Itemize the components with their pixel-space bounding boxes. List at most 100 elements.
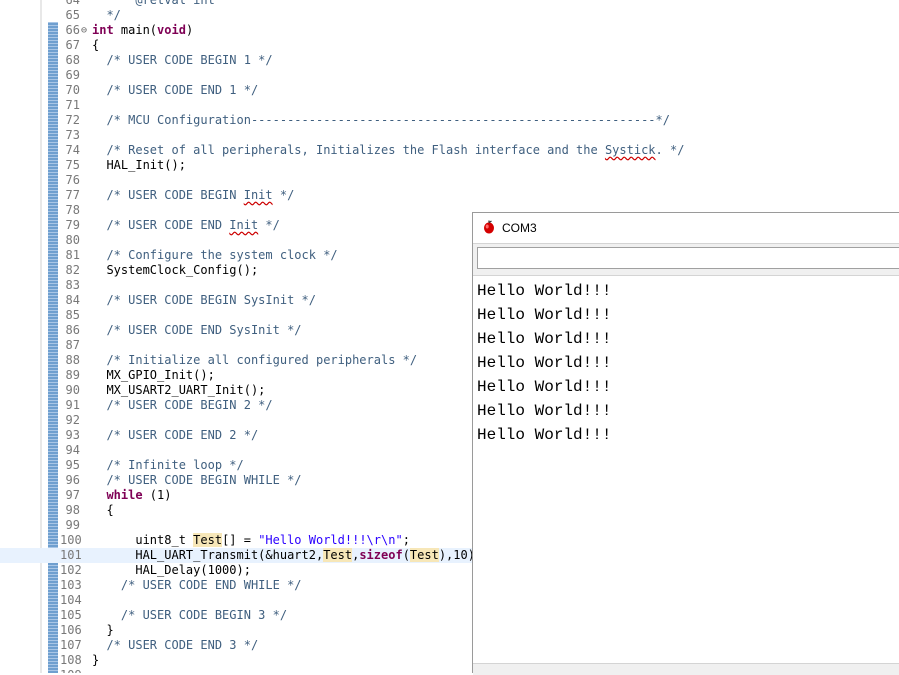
- code-text: {: [92, 503, 114, 518]
- code-token: Test: [409, 548, 439, 562]
- line-number: 99: [65, 518, 80, 532]
- code-token: @retval int: [135, 0, 215, 7]
- line-number: 84: [65, 293, 80, 307]
- code-token: /* MCU Configuration--------------------…: [92, 113, 670, 127]
- code-text: /* USER CODE END SysInit */: [92, 323, 302, 338]
- line-number: 68: [65, 53, 80, 67]
- code-token: /* USER CODE END SysInit */: [92, 323, 302, 337]
- code-token: Init: [243, 188, 273, 202]
- code-token: /* Initialize all configured peripherals…: [92, 353, 418, 367]
- code-token: Test: [193, 533, 223, 547]
- code-token: sizeof: [359, 548, 403, 562]
- code-token: (: [402, 548, 410, 562]
- line-number: 75: [65, 158, 80, 172]
- line-number: 103: [60, 578, 82, 592]
- output-line: Hello World!!!: [477, 306, 612, 324]
- code-text: /* USER CODE BEGIN 2 */: [92, 398, 273, 413]
- code-text: /* USER CODE END WHILE */: [92, 578, 302, 593]
- line-number: 86: [65, 323, 80, 337]
- code-token: /* USER CODE END 3 */: [92, 638, 259, 652]
- code-token: Init: [229, 218, 259, 232]
- line-number: 64: [65, 0, 80, 7]
- code-token: ): [185, 23, 194, 37]
- line-number: 81: [65, 248, 80, 262]
- line-number: 65: [65, 8, 80, 22]
- code-line[interactable]: 68 /* USER CODE BEGIN 1 */: [0, 53, 899, 68]
- code-text: /* Reset of all peripherals, Initializes…: [92, 143, 684, 158]
- line-number: 72: [65, 113, 80, 127]
- code-token: /* USER CODE END WHILE */: [92, 578, 302, 592]
- code-token: /* USER CODE BEGIN 2 */: [92, 398, 273, 412]
- line-number: 90: [65, 383, 80, 397]
- code-line[interactable]: 65 */: [0, 8, 899, 23]
- line-number: 104: [60, 593, 82, 607]
- line-number: 100: [60, 533, 82, 547]
- line-number: 70: [65, 83, 80, 97]
- code-text: /* USER CODE BEGIN SysInit */: [92, 293, 316, 308]
- code-text: }: [92, 623, 113, 638]
- line-number: 94: [65, 443, 80, 457]
- terminal-output: Hello World!!! Hello World!!! Hello World!…: [473, 276, 899, 664]
- line-number: 97: [65, 488, 80, 502]
- code-line[interactable]: 76: [0, 173, 899, 188]
- code-token: {: [92, 503, 114, 517]
- line-number: 80: [65, 233, 80, 247]
- code-token: MX_USART2_UART_Init();: [92, 383, 266, 397]
- code-token: SystemClock_Config();: [92, 263, 259, 277]
- line-number: 102: [60, 563, 82, 577]
- code-text: HAL_Delay(1000);: [92, 563, 251, 578]
- code-text: /* MCU Configuration--------------------…: [92, 113, 670, 128]
- code-text: SystemClock_Config();: [92, 263, 258, 278]
- code-line[interactable]: 64 @retval int: [0, 0, 899, 8]
- code-token: ;: [402, 533, 410, 547]
- code-token: /* USER CODE BEGIN: [92, 188, 244, 202]
- terminal-title: COM3: [502, 221, 537, 235]
- line-number: 107: [60, 638, 82, 652]
- code-text: HAL_Init();: [92, 158, 185, 173]
- code-token: */: [258, 218, 280, 232]
- line-number: 76: [65, 173, 80, 187]
- code-text: /* USER CODE END Init */: [92, 218, 280, 233]
- code-token: Systick: [604, 143, 656, 157]
- code-line[interactable]: 77 /* USER CODE BEGIN Init */: [0, 188, 899, 203]
- code-token: HAL_Delay(1000);: [92, 563, 251, 577]
- code-token: . */: [655, 143, 685, 157]
- line-number: 73: [65, 128, 80, 142]
- code-line[interactable]: 66 ⊖ int main(void): [0, 23, 899, 38]
- code-text: /* USER CODE BEGIN 3 */: [92, 608, 287, 623]
- code-text: */: [92, 8, 120, 23]
- terminal-titlebar[interactable]: COM3: [473, 213, 899, 243]
- code-line[interactable]: 71: [0, 98, 899, 113]
- code-text: /* Configure the system clock */: [92, 248, 337, 263]
- code-token: /* USER CODE END: [92, 218, 230, 232]
- code-token: main(: [113, 23, 158, 37]
- output-line: Hello World!!!: [477, 402, 612, 420]
- code-text: /* USER CODE END 3 */: [92, 638, 258, 653]
- code-text: MX_GPIO_Init();: [92, 368, 215, 383]
- line-number: 91: [65, 398, 80, 412]
- line-number: 89: [65, 368, 80, 382]
- code-line[interactable]: 70 /* USER CODE END 1 */: [0, 83, 899, 98]
- code-token: MX_GPIO_Init();: [92, 368, 215, 382]
- code-text: /* USER CODE BEGIN WHILE */: [92, 473, 301, 488]
- code-line[interactable]: 74 /* Reset of all peripherals, Initiali…: [0, 143, 899, 158]
- line-number: 77: [65, 188, 80, 202]
- send-input[interactable]: [477, 247, 899, 269]
- code-token: }: [92, 653, 100, 667]
- line-number: 66: [65, 23, 80, 37]
- line-number: 101: [60, 548, 82, 562]
- line-number: 78: [65, 203, 80, 217]
- fold-toggle-icon[interactable]: ⊖: [81, 23, 87, 38]
- code-line[interactable]: 73: [0, 128, 899, 143]
- code-line[interactable]: 72 /* MCU Configuration-----------------…: [0, 113, 899, 128]
- line-number: 83: [65, 278, 80, 292]
- code-line[interactable]: 69: [0, 68, 899, 83]
- code-text: HAL_UART_Transmit(&huart2,Test,sizeof(Te…: [92, 548, 482, 563]
- code-token: {: [92, 38, 100, 52]
- code-line[interactable]: 75 HAL_Init();: [0, 158, 899, 173]
- code-line[interactable]: 67 {: [0, 38, 899, 53]
- code-token: "Hello World!!!\r\n": [258, 533, 403, 547]
- serial-terminal-window[interactable]: COM3 Hello World!!! Hello World!!! Hello W…: [472, 212, 899, 675]
- send-bar: [473, 243, 899, 276]
